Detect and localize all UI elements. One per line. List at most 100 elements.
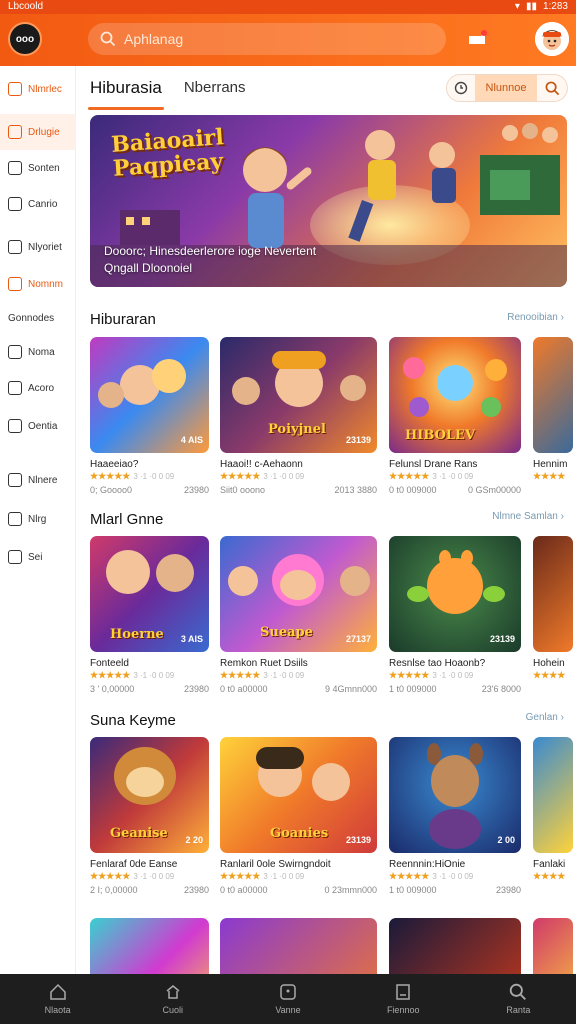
nav-item-home[interactable]: Nlaota: [0, 974, 115, 1024]
game-rating: ★★★★★ 3 ·1 ·0 0 09: [220, 871, 377, 882]
app-bar: ooo Aphlanag: [0, 14, 576, 66]
game-meta: 0 t0 009000 0 GSm00000: [389, 485, 521, 495]
game-tag: 3 AIS: [180, 634, 203, 644]
nav-item-search[interactable]: Ranta: [461, 974, 576, 1024]
game-thumbnail: [389, 918, 521, 974]
rating-stars: ★★★★★: [90, 471, 131, 481]
search-input[interactable]: Aphlanag: [88, 23, 446, 55]
game-card[interactable]: Goanies 23139 Ranlaril 0ole Swirngndoit …: [220, 737, 377, 895]
game-thumbnail: Geanise 2 20: [90, 737, 209, 853]
sidebar-item-nlnere[interactable]: Nlnere: [0, 462, 76, 498]
game-card[interactable]: Geanise 2 20 Fenlaraf 0de Eanse ★★★★★ 3 ·…: [90, 737, 209, 895]
game-thumbnail: 4 AIS: [90, 337, 209, 453]
filter-button[interactable]: Nlunnoe: [475, 75, 537, 101]
section-title: Suna Keyme: [90, 712, 176, 729]
rating-count: 3 ·1 ·0 0 09: [263, 872, 305, 881]
nav-item-center[interactable]: Vanne: [230, 974, 345, 1024]
sidebar-item-oentia[interactable]: Oentia: [0, 408, 76, 444]
rating-stars: ★★★★★: [220, 670, 261, 680]
avatar[interactable]: [535, 22, 569, 56]
game-rating: ★★★★★ 3 ·1 ·0 0 09: [90, 871, 209, 882]
nav-item-library[interactable]: Fiennoo: [346, 974, 461, 1024]
tab-hiburasia[interactable]: Hiburasia: [88, 74, 164, 110]
game-card[interactable]: Fanlaki ★★★★: [533, 737, 573, 882]
game-card[interactable]: 4 AIS Haaeeiao? ★★★★★ 3 ·1 ·0 0 09 0; Goo…: [90, 337, 209, 495]
game-size: 23980: [495, 885, 521, 895]
game-thumbnail: [90, 918, 209, 974]
clock-icon: [454, 81, 468, 95]
status-time: 1:283: [542, 1, 568, 12]
game-card[interactable]: Hoerne 3 AIS Fonteeld ★★★★★ 3 ·1 ·0 0 09 …: [90, 536, 209, 694]
game-card[interactable]: Hohein ★★★★: [533, 536, 573, 681]
game-rating: ★★★★★ 3 ·1 ·0 0 09: [389, 471, 521, 482]
section-more-link[interactable]: Nlmne Samlan ›: [492, 511, 564, 522]
tab-nberrans[interactable]: Nberrans: [184, 74, 246, 106]
nav-label: Nlaota: [44, 1005, 71, 1015]
game-card[interactable]: [90, 918, 209, 974]
sidebar-item-nlrg[interactable]: Nlrg: [0, 501, 76, 537]
game-downloads: 3 ' 0,00000: [90, 684, 135, 694]
game-card[interactable]: [220, 918, 377, 974]
game-card[interactable]: 2 00 Reennnin:HiOnie ★★★★★ 3 ·1 ·0 0 09 1…: [389, 737, 521, 895]
game-card[interactable]: Poiyjnel 23139 Haaoi!! c-Aehaonn ★★★★★ 3 …: [220, 337, 377, 495]
hero-banner[interactable]: Baiaoairl Paqpieay Dooorc; Hinesdeerleror…: [90, 115, 567, 287]
game-name: Haaeeiao?: [90, 459, 139, 470]
game-thumbnail: Sueape 27137: [220, 536, 377, 652]
game-card[interactable]: [533, 918, 573, 974]
game-card[interactable]: [389, 918, 521, 974]
grid-icon: [8, 161, 22, 175]
chat-icon: [8, 345, 22, 359]
controller-icon: [8, 197, 22, 211]
rating-count: 3 ·1 ·0 0 09: [432, 872, 474, 881]
game-name: Remkon Ruet Dsiils: [220, 658, 308, 669]
game-meta: 2 I; 0,00000 23980: [90, 885, 209, 895]
sidebar-item-label: Gonnodes: [8, 312, 55, 324]
game-card[interactable]: HIBOLEV Felunsl Drane Rans ★★★★★ 3 ·1 ·0 …: [389, 337, 521, 495]
game-card[interactable]: 23139 Resnlse tao Hoaonb? ★★★★★ 3 ·1 ·0 0…: [389, 536, 521, 694]
game-name: Fenlaraf 0de Eanse: [90, 859, 178, 870]
sidebar-item-nomnm[interactable]: Nomnm: [0, 266, 76, 302]
sidebar-item-acoro[interactable]: Acoro: [0, 370, 76, 406]
hero-caption: Dooorc; Hinesdeerlerore ioge Nevertent Qn…: [104, 243, 316, 277]
game-downloads: 0 t0 a00000: [220, 684, 268, 694]
nav-item-games[interactable]: Cuoli: [115, 974, 230, 1024]
sidebar-item-canrio[interactable]: Canrio: [0, 186, 76, 222]
game-size: 23980: [183, 885, 209, 895]
game-name: Hennim: [533, 459, 568, 470]
chevron-right-icon: ›: [560, 511, 564, 522]
section-more-link[interactable]: Genlan ›: [526, 712, 564, 723]
search-icon: [545, 81, 559, 95]
section-more-link[interactable]: Renooibian ›: [507, 312, 564, 323]
notification-icon[interactable]: [465, 28, 489, 50]
sidebar-item-label: Nlrg: [28, 513, 47, 525]
search-button[interactable]: [537, 75, 567, 101]
game-thumbnail: HIBOLEV: [389, 337, 521, 453]
game-meta: Siit0 ooono 2013 3880: [220, 485, 377, 495]
hero-title: Baiaoairl Paqpieay: [110, 124, 226, 182]
sidebar-item-sonten[interactable]: Sonten: [0, 150, 76, 186]
rating-count: 3 ·1 ·0 0 09: [432, 671, 474, 680]
rating-count: 3 ·1 ·0 0 09: [263, 472, 305, 481]
sidebar-item-nlyoriet[interactable]: Nlyoriet: [0, 229, 76, 265]
game-rating: ★★★★★ 3 ·1 ·0 0 09: [220, 471, 377, 482]
settings-icon: [8, 550, 22, 564]
history-button[interactable]: [447, 75, 475, 101]
nav-label: Ranta: [506, 1005, 531, 1015]
sidebar-item-sei[interactable]: Sei: [0, 539, 76, 575]
game-thumbnail: [220, 918, 377, 974]
sidebar-item-noma[interactable]: Noma: [0, 334, 76, 370]
carrier-label: Lbcoold: [8, 1, 44, 12]
thumbnail-title: HIBOLEV: [405, 428, 476, 443]
thumbnail-title: Poiyjnel: [268, 422, 326, 437]
sidebar-item-games[interactable]: Drlugie: [0, 114, 76, 150]
rating-stars: ★★★★: [533, 871, 566, 881]
game-name: Reennnin:HiOnie: [389, 859, 466, 870]
game-card[interactable]: Hennim ★★★★: [533, 337, 573, 482]
top-tabs: Hiburasia Nberrans: [88, 74, 246, 110]
game-card[interactable]: Sueape 27137 Remkon Ruet Dsiils ★★★★★ 3 ·…: [220, 536, 377, 694]
rating-stars: ★★★★★: [220, 871, 261, 881]
app-logo[interactable]: ooo: [8, 22, 42, 56]
game-thumbnail: Goanies 23139: [220, 737, 377, 853]
game-downloads: 0; Goooo0: [90, 485, 133, 495]
sidebar-item-home[interactable]: Nlmrlec: [0, 71, 76, 107]
